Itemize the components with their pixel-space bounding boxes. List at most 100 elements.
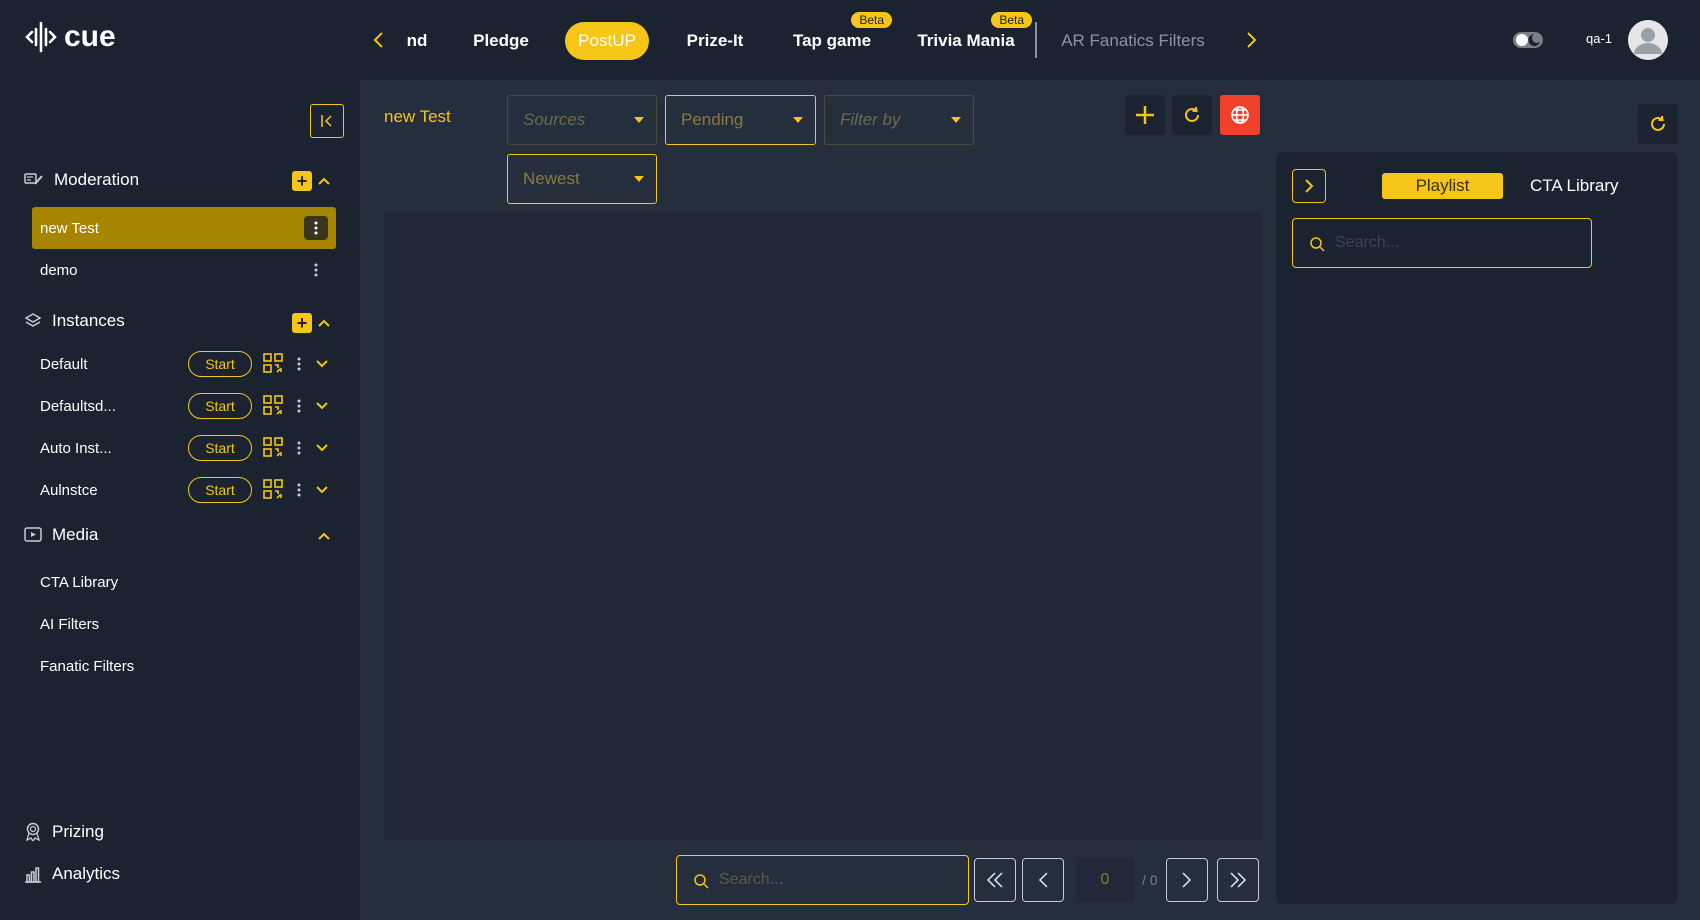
tab-postup[interactable]: PostUP: [565, 22, 649, 60]
nav-next-button[interactable]: [1240, 26, 1264, 54]
item-menu-button[interactable]: [304, 216, 328, 240]
chevron-down-icon[interactable]: [314, 356, 330, 372]
expand-panel-button[interactable]: [1292, 169, 1326, 203]
tab-prize-it[interactable]: Prize-It: [680, 22, 750, 60]
sidebar-item-prizing[interactable]: Prizing: [24, 822, 104, 842]
nav-label: Prizing: [52, 822, 104, 841]
playlist-search-input[interactable]: Search...: [1292, 218, 1592, 268]
chevron-right-icon: [1305, 179, 1314, 193]
kebab-icon: [297, 357, 301, 371]
last-page-button[interactable]: [1217, 858, 1259, 902]
kebab-icon: [297, 483, 301, 497]
instance-row-defaultsd[interactable]: Defaultsd... Start: [40, 391, 340, 421]
media-item-cta-library[interactable]: CTA Library: [40, 574, 118, 591]
page-title: new Test: [384, 107, 451, 126]
tab-label: nd: [406, 31, 428, 50]
kebab-icon: [297, 441, 301, 455]
refresh-icon: [1185, 106, 1199, 122]
media-item-ai-filters[interactable]: AI Filters: [40, 616, 99, 633]
moderation-item-new-test[interactable]: new Test: [32, 207, 336, 249]
instance-label: Auto Inst...: [40, 439, 112, 457]
beta-badge: Beta: [991, 12, 1032, 28]
section-label: Moderation: [54, 170, 140, 189]
username: qa-1: [1586, 31, 1613, 46]
kebab-icon: [297, 399, 301, 413]
status-select[interactable]: Pending: [665, 95, 816, 145]
sidebar-item-analytics[interactable]: Analytics: [24, 864, 120, 884]
prev-page-button[interactable]: [1022, 858, 1064, 902]
chevron-left-icon: [373, 32, 383, 48]
instance-row-default[interactable]: Default Start: [40, 349, 340, 379]
instances-section-title[interactable]: Instances: [24, 311, 125, 331]
instance-menu-button[interactable]: [293, 438, 305, 458]
select-value: Filter by: [840, 110, 901, 129]
qr-code-icon[interactable]: [262, 478, 286, 502]
filter-by-select[interactable]: Filter by: [824, 95, 974, 145]
media-section-title[interactable]: Media: [24, 525, 98, 545]
first-page-button[interactable]: [974, 858, 1016, 902]
chevron-down-icon[interactable]: [314, 482, 330, 498]
item-menu-button[interactable]: [304, 258, 328, 282]
next-page-button[interactable]: [1166, 858, 1208, 902]
moderation-section-title[interactable]: Moderation: [24, 170, 139, 190]
beta-badge: Beta: [851, 12, 892, 28]
moderation-item-demo[interactable]: demo: [32, 249, 336, 291]
qr-code-icon[interactable]: [262, 436, 286, 460]
select-value: Sources: [523, 110, 586, 129]
layers-icon: [24, 313, 42, 327]
collapse-instances-button[interactable]: [316, 315, 332, 331]
qr-code-icon[interactable]: [262, 394, 286, 418]
tab-nd[interactable]: nd: [400, 22, 434, 60]
start-button[interactable]: Start: [188, 477, 252, 503]
start-button[interactable]: Start: [188, 393, 252, 419]
select-value: Pending: [681, 110, 744, 129]
playlist-refresh-button[interactable]: [1638, 104, 1678, 144]
theme-toggle[interactable]: [1512, 28, 1544, 52]
instance-label: Aulnstce: [40, 481, 98, 499]
cue-logo[interactable]: cue: [24, 20, 116, 54]
bar-chart-icon: [25, 867, 41, 883]
section-label: Instances: [52, 311, 125, 330]
tab-pledge[interactable]: Pledge: [466, 22, 536, 60]
start-button[interactable]: Start: [188, 435, 252, 461]
media-item-fanatic-filters[interactable]: Fanatic Filters: [40, 658, 134, 675]
caret-down-icon: [634, 117, 644, 123]
collapse-media-button[interactable]: [316, 528, 332, 544]
instance-menu-button[interactable]: [293, 480, 305, 500]
tab-cta-library[interactable]: CTA Library: [1530, 173, 1619, 199]
add-instance-button[interactable]: +: [292, 313, 312, 333]
publish-web-button[interactable]: [1220, 95, 1260, 135]
add-moderation-button[interactable]: +: [292, 171, 312, 191]
search-icon: [1310, 237, 1325, 252]
page-number-input[interactable]: 0: [1076, 858, 1134, 902]
refresh-button[interactable]: [1172, 95, 1212, 135]
instance-row-auto-inst[interactable]: Auto Inst... Start: [40, 433, 340, 463]
search-placeholder: Search...: [719, 871, 784, 888]
chevron-down-icon[interactable]: [314, 398, 330, 414]
plus-icon: [1136, 106, 1154, 124]
instance-row-aulnstce[interactable]: Aulnstce Start: [40, 475, 340, 505]
start-button[interactable]: Start: [188, 351, 252, 377]
avatar[interactable]: [1628, 20, 1668, 60]
tab-ar-fanatics-filters[interactable]: AR Fanatics Filters: [1058, 22, 1208, 60]
sort-select[interactable]: Newest: [507, 154, 657, 204]
audio-wave-icon: [25, 21, 57, 53]
chevron-right-icon: [1247, 32, 1257, 48]
user-icon: [1634, 28, 1662, 54]
plus-icon: +: [296, 312, 308, 333]
tab-playlist[interactable]: Playlist: [1382, 173, 1503, 199]
nav-prev-button[interactable]: [366, 26, 390, 54]
tab-tap-game[interactable]: Tap game Beta: [790, 12, 892, 60]
tab-label: Tap game: [792, 31, 872, 50]
feed-search-input[interactable]: Search...: [676, 855, 969, 905]
instance-menu-button[interactable]: [293, 396, 305, 416]
chevron-down-icon[interactable]: [314, 440, 330, 456]
instance-menu-button[interactable]: [293, 354, 305, 374]
sources-select[interactable]: Sources: [507, 95, 657, 145]
caret-down-icon: [951, 117, 961, 123]
collapse-sidebar-button[interactable]: [310, 104, 344, 138]
collapse-moderation-button[interactable]: [316, 173, 332, 189]
tab-trivia-mania[interactable]: Trivia Mania Beta: [917, 12, 1032, 60]
qr-code-icon[interactable]: [262, 352, 286, 376]
add-button[interactable]: [1125, 95, 1165, 135]
